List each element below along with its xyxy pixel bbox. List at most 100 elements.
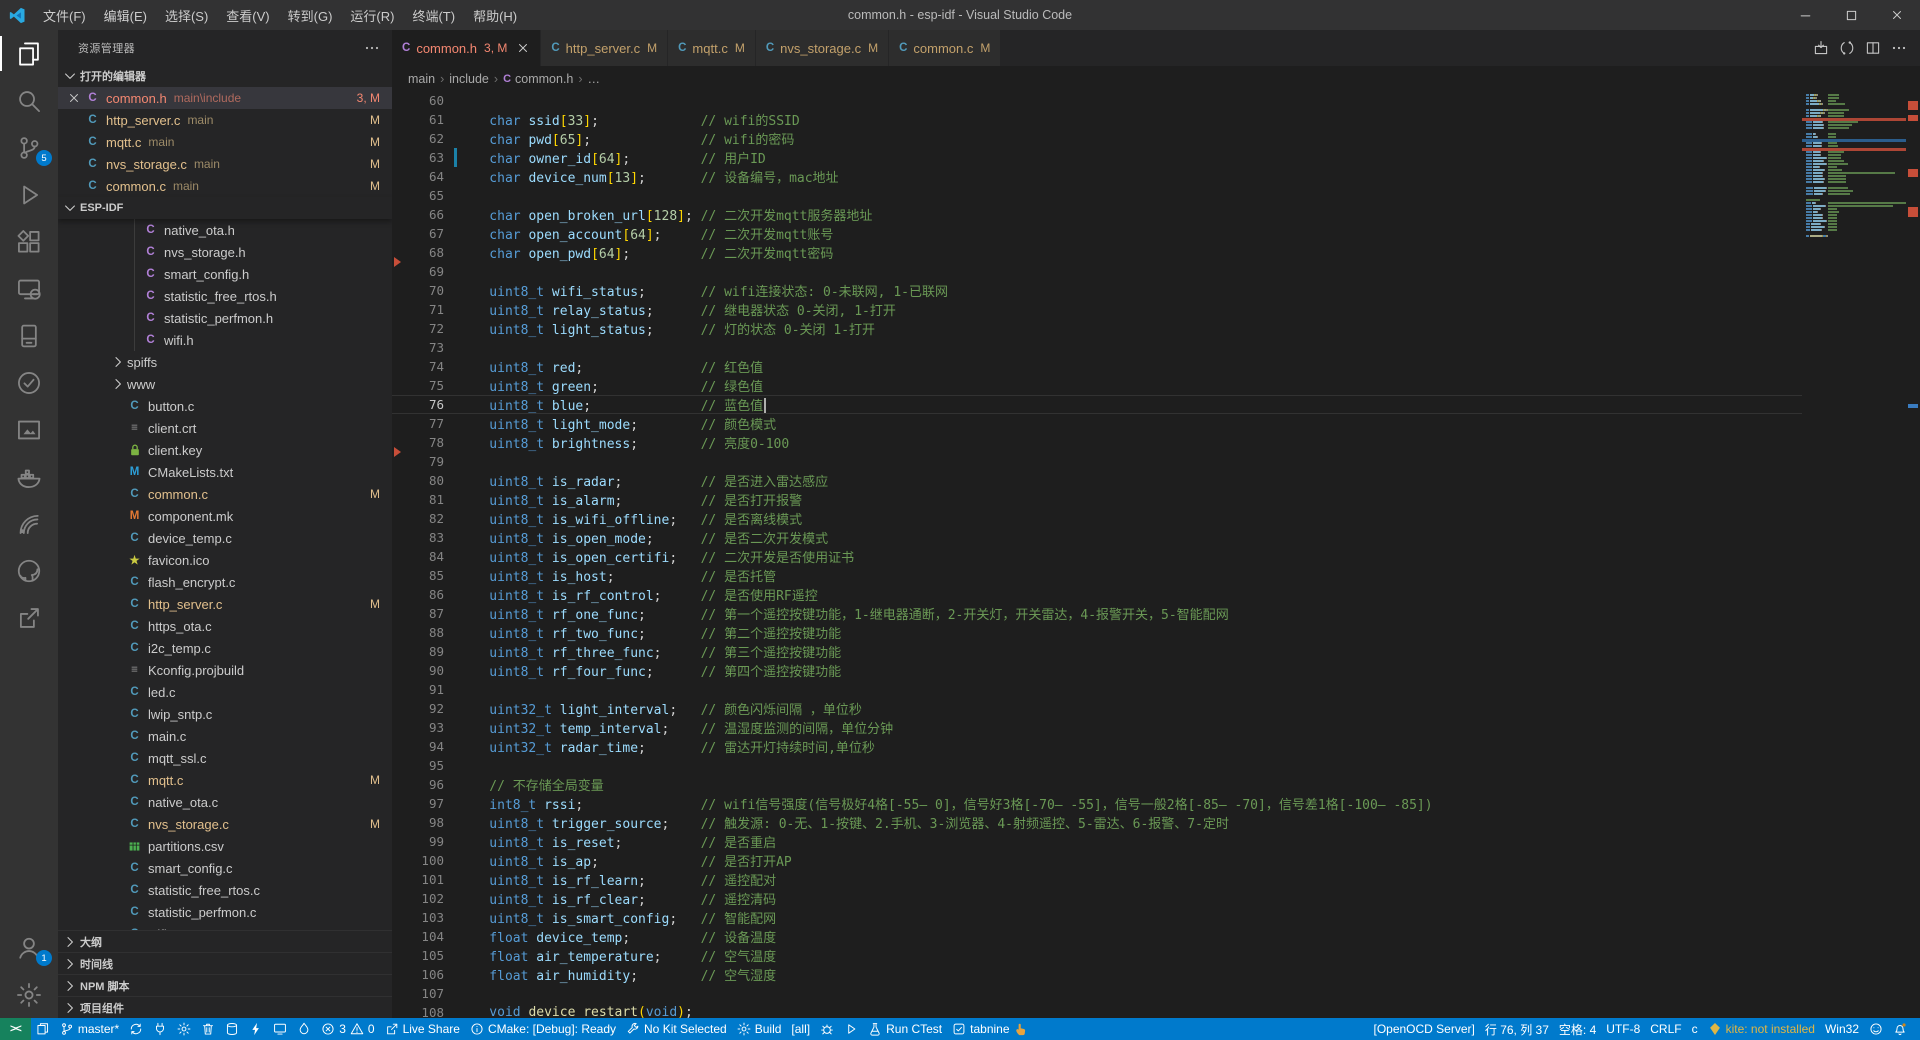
sidebar-section-项目组件[interactable]: 项目组件 [58, 996, 392, 1018]
code-line[interactable]: 79 [392, 452, 1802, 471]
tree-file[interactable]: partitions.csv [58, 835, 392, 857]
tree-file[interactable]: Cnative_ota.h [58, 219, 392, 241]
breadcrumb-item[interactable]: include [449, 72, 489, 86]
code-line[interactable]: 68char open_pwd[64];// 二次开发mqtt密码 [392, 243, 1802, 262]
code-line[interactable]: 93uint32_t temp_interval;// 温湿度监测的间隔，单位分… [392, 718, 1802, 737]
code-line[interactable]: 73 [392, 338, 1802, 357]
menu-item[interactable]: 终端(T) [403, 0, 464, 30]
open-editor-item[interactable]: Cmqtt.cmainM [58, 131, 392, 153]
tree-file[interactable]: Cnvs_storage.cM [58, 813, 392, 835]
code-line[interactable]: 87uint8_t rf_one_func;// 第一个遥控按键功能，1-继电器… [392, 604, 1802, 623]
close-icon[interactable] [64, 91, 84, 105]
tree-file[interactable]: Cflash_encrypt.c [58, 571, 392, 593]
cmake-launch-button[interactable] [839, 1018, 863, 1040]
code-line[interactable]: 61char ssid[33];// wifi的SSID [392, 110, 1802, 129]
code-line[interactable]: 107 [392, 984, 1802, 1003]
more-actions-icon[interactable] [364, 40, 380, 56]
code-line[interactable]: 95 [392, 756, 1802, 775]
code-line[interactable]: 82uint8_t is_wifi_offline;// 是否离线模式 [392, 509, 1802, 528]
breadcrumb-item[interactable]: … [588, 72, 601, 86]
tree-file[interactable]: Cnvs_storage.h [58, 241, 392, 263]
tree-file[interactable]: Ci2c_temp.c [58, 637, 392, 659]
code-line[interactable]: 86uint8_t is_rf_control;// 是否使用RF遥控 [392, 585, 1802, 604]
tree-file[interactable]: Cstatistic_free_rtos.c [58, 879, 392, 901]
code-line[interactable]: 70uint8_t wifi_status;// wifi连接状态: 0-未联网… [392, 281, 1802, 300]
activity-explorer-icon[interactable] [0, 30, 58, 77]
code-line[interactable]: 64char device_num[13];// 设备编号，mac地址 [392, 167, 1802, 186]
tree-file[interactable]: Cled.c [58, 681, 392, 703]
code-line[interactable]: 96// 不存储全局变量 [392, 775, 1802, 794]
code-line[interactable]: 75uint8_t green;// 绿色值 [392, 376, 1802, 395]
tree-file[interactable]: Cwifi.c [58, 923, 392, 930]
code-line[interactable]: 77uint8_t light_mode;// 颜色模式 [392, 414, 1802, 433]
code-line[interactable]: 63char owner_id[64];// 用户ID [392, 148, 1802, 167]
activity-github-icon[interactable] [0, 547, 58, 594]
problems-button[interactable]: 30 [316, 1018, 379, 1040]
eol[interactable]: CRLF [1645, 1018, 1686, 1040]
tree-file[interactable]: Chttp_server.cM [58, 593, 392, 615]
code-line[interactable]: 62char pwd[65];// wifi的密码 [392, 129, 1802, 148]
tree-file[interactable]: Csmart_config.c [58, 857, 392, 879]
tab-http_server.c[interactable]: Chttp_server.cM [541, 30, 668, 66]
tree-file[interactable]: ≡client.crt [58, 417, 392, 439]
activity-search-icon[interactable] [0, 77, 58, 124]
activity-remote-explorer-icon[interactable] [0, 265, 58, 312]
menu-item[interactable]: 文件(F) [34, 0, 95, 30]
sidebar-section-NPM 脚本[interactable]: NPM 脚本 [58, 974, 392, 996]
code-line[interactable]: 98uint8_t trigger_source;// 触发源: 0-无、1-按… [392, 813, 1802, 832]
tab-mqtt.c[interactable]: Cmqtt.cM [668, 30, 756, 66]
menu-item[interactable]: 转到(G) [279, 0, 342, 30]
indentation[interactable]: 空格: 4 [1554, 1018, 1601, 1040]
cmake-target-button[interactable]: [all] [786, 1018, 815, 1040]
tree-file[interactable]: MCMakeLists.txt [58, 461, 392, 483]
code-line[interactable]: 102uint8_t is_rf_clear;// 遥控清码 [392, 889, 1802, 908]
open-editor-item[interactable]: Ccommon.cmainM [58, 175, 392, 197]
activity-espressif-icon[interactable] [0, 500, 58, 547]
menu-item[interactable]: 编辑(E) [95, 0, 156, 30]
tabnine-button[interactable]: tabnine [947, 1018, 1032, 1040]
activity-run-debug-icon[interactable] [0, 171, 58, 218]
git-branch-button[interactable]: master* [55, 1018, 124, 1040]
esp-idf-terminal-button[interactable] [31, 1018, 55, 1040]
tree-folder[interactable]: www [58, 373, 392, 395]
remote-indicator[interactable]: >< [0, 1018, 31, 1040]
code-line[interactable]: 80uint8_t is_radar;// 是否进入雷达感应 [392, 471, 1802, 490]
tree-file[interactable]: Cmqtt_ssl.c [58, 747, 392, 769]
code-line[interactable]: 106float air_humidity;// 空气湿度 [392, 965, 1802, 984]
code-line[interactable]: 72uint8_t light_status;// 灯的状态 0-关闭 1-打开 [392, 319, 1802, 338]
encoding[interactable]: UTF-8 [1601, 1018, 1645, 1040]
open-editor-item[interactable]: Ccommon.hmain\include3, M [58, 87, 392, 109]
activity-extensions-icon[interactable] [0, 218, 58, 265]
erase-flash-button[interactable] [220, 1018, 244, 1040]
more-icon[interactable] [1888, 37, 1910, 59]
tree-file[interactable]: Cmqtt.cM [58, 769, 392, 791]
minimize-button[interactable] [1782, 0, 1828, 30]
code-editor[interactable]: 6061char ssid[33];// wifi的SSID62char pwd… [392, 91, 1802, 1018]
minimap[interactable] [1802, 91, 1906, 1018]
open-editor-item[interactable]: Cnvs_storage.cmainM [58, 153, 392, 175]
code-line[interactable]: 97int8_t rssi;// wifi信号强度(信号极好4格[-55— 0]… [392, 794, 1802, 813]
tree-file[interactable]: ≡Kconfig.projbuild [58, 659, 392, 681]
code-line[interactable]: 103uint8_t is_smart_config;// 智能配网 [392, 908, 1802, 927]
code-line[interactable]: 85uint8_t is_host;// 是否托管 [392, 566, 1802, 585]
split-editor-icon[interactable] [1862, 37, 1884, 59]
flash-button[interactable] [244, 1018, 268, 1040]
overview-ruler-scrollbar[interactable] [1906, 91, 1920, 1018]
ctest-button[interactable]: Run CTest [863, 1018, 947, 1040]
code-line[interactable]: 91 [392, 680, 1802, 699]
live-share-button[interactable]: Live Share [380, 1018, 465, 1040]
code-line[interactable]: 71uint8_t relay_status;// 继电器状态 0-关闭, 1-… [392, 300, 1802, 319]
cursor-position[interactable]: 行 76, 列 37 [1480, 1018, 1554, 1040]
code-line[interactable]: 60 [392, 91, 1802, 110]
code-line[interactable]: 78uint8_t brightness;// 亮度0-100 [392, 433, 1802, 452]
tree-file[interactable]: Chttps_ota.c [58, 615, 392, 637]
tree-file[interactable]: Cnative_ota.c [58, 791, 392, 813]
code-line[interactable]: 84uint8_t is_open_certifi;// 二次开发是否使用证书 [392, 547, 1802, 566]
code-line[interactable]: 90uint8_t rf_four_func;// 第四个遥控按键功能 [392, 661, 1802, 680]
code-line[interactable]: 100uint8_t is_ap;// 是否打开AP [392, 851, 1802, 870]
code-line[interactable]: 76uint8_t blue;// 蓝色值 [392, 395, 1802, 414]
sync-button[interactable] [124, 1018, 148, 1040]
language-mode[interactable]: c [1687, 1018, 1703, 1040]
box-arrow-icon[interactable] [1810, 37, 1832, 59]
tree-file[interactable]: Cstatistic_perfmon.h [58, 307, 392, 329]
